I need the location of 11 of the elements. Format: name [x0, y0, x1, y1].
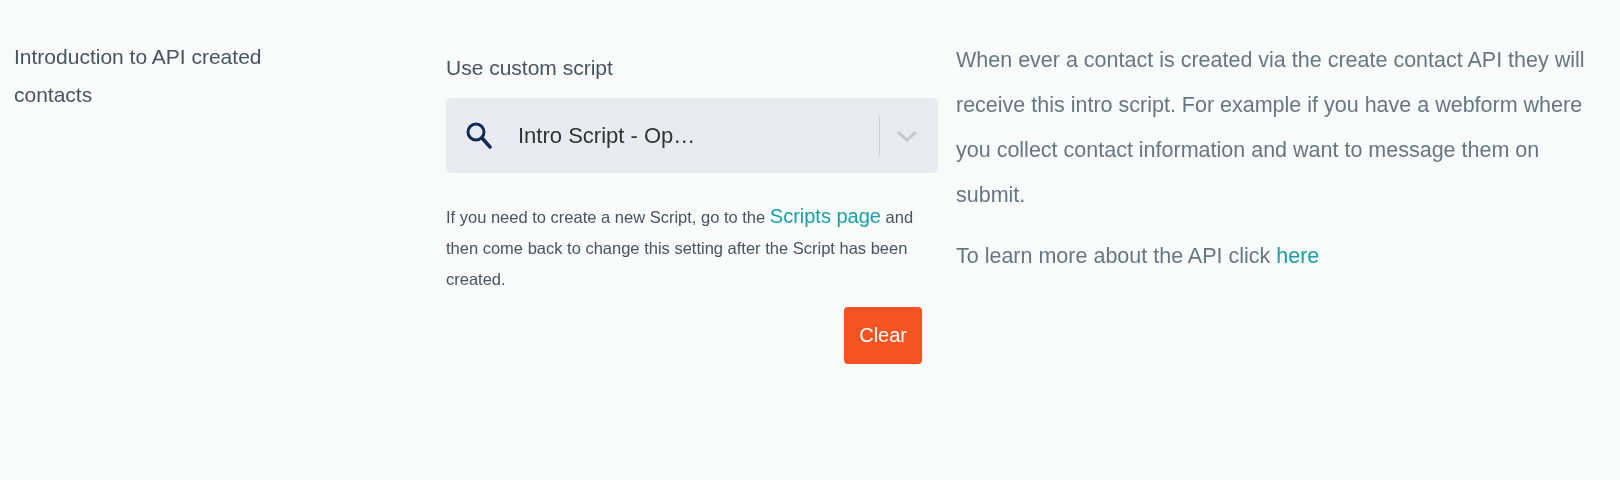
description-text: When ever a contact is created via the create contact API they will receive this intro script. For example if you have a webform where you collect contact information and want to message them on submit. [956, 47, 1586, 209]
script-select[interactable]: Intro Script - Op… [446, 98, 938, 173]
here-link[interactable]: here [1276, 244, 1320, 268]
chevron-down-icon [896, 129, 918, 142]
clear-button[interactable]: Clear [844, 307, 922, 364]
learn-more-text: To learn more about the API click here [956, 243, 1321, 270]
help-text: If you need to create a new Script, go to the Scripts page and then come back to change this setting after the Script has been created. [446, 204, 915, 290]
field-label: Use custom script [446, 56, 614, 80]
search-icon [466, 121, 492, 150]
scripts-page-link[interactable]: Scripts page [769, 205, 881, 227]
setting-title: Introduction to API created contacts [14, 44, 263, 108]
